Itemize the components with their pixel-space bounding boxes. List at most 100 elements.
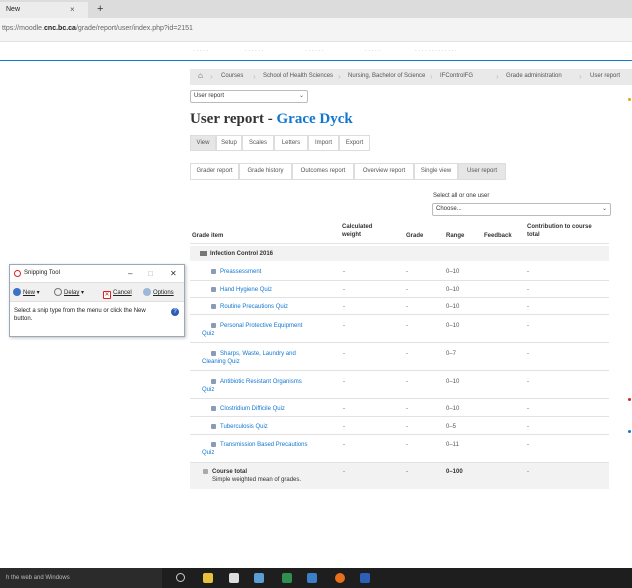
table-divider [190, 297, 609, 298]
range-cell: 0–7 [446, 351, 457, 357]
taskbar-search[interactable]: h the web and Windows [0, 568, 162, 588]
report-select-value: User report [194, 93, 225, 99]
header-calculated-weight: Calculated weight [342, 223, 372, 239]
address-bar[interactable]: ttps://moodle.cnc.bc.ca/grade/report/use… [0, 18, 632, 42]
grade-item-link[interactable]: Preassessment [220, 269, 261, 275]
user-name-link[interactable]: Grace Dyck [277, 111, 353, 127]
chevron-right-icon: › [210, 72, 213, 81]
firefox-icon[interactable] [335, 573, 345, 583]
grade-cell: - [406, 323, 408, 329]
browser-tab-title: New [6, 6, 21, 13]
tab-outcomes-report[interactable]: Outcomes report [292, 163, 354, 180]
cancel-icon: ✕ [103, 291, 111, 299]
outlook-icon[interactable] [307, 573, 317, 583]
range-cell: 0–100 [446, 469, 463, 475]
grade-item-link[interactable]: Antibiotic Resistant Organisms [220, 379, 302, 385]
tab-grader-report[interactable]: Grader report [190, 163, 239, 180]
course-total-label: Course total Simple weighted mean of grad… [203, 468, 343, 484]
breadcrumb-item-school[interactable]: School of Health Sciences [263, 73, 333, 79]
grade-item-link[interactable]: Transmission Based Precautions [220, 442, 307, 448]
side-indicator [628, 98, 631, 101]
taskbar: h the web and Windows [0, 568, 632, 588]
grade-item-link[interactable]: Routine Precautions Quiz [220, 304, 288, 310]
task-view-icon[interactable] [176, 573, 185, 582]
close-button[interactable]: ✕ [170, 265, 177, 282]
breadcrumb-item-course[interactable]: IFControlFG [440, 73, 473, 79]
grade-cell: - [406, 304, 408, 310]
quiz-icon [211, 406, 216, 411]
table-divider [190, 280, 609, 281]
url-domain: cnc.bc.ca [44, 25, 76, 32]
tab-setup[interactable]: Setup [216, 135, 242, 151]
header-range: Range [446, 233, 465, 239]
new-tab-button[interactable]: + [97, 2, 103, 16]
quiz-icon [211, 323, 216, 328]
grade-item-link-cont[interactable]: Quiz [202, 450, 214, 456]
browser-tab[interactable]: New × [0, 2, 88, 18]
store-icon[interactable] [229, 573, 239, 583]
tab-view[interactable]: View [190, 135, 216, 151]
quiz-icon [211, 424, 216, 429]
tab-export[interactable]: Export [339, 135, 370, 151]
options-button[interactable]: Options [143, 288, 174, 298]
grade-item-link[interactable]: Sharps, Waste, Laundry and [220, 351, 296, 357]
snipping-tool-taskbar-icon[interactable] [254, 573, 264, 583]
grade-item-link-cont[interactable]: Cleaning Quiz [202, 359, 240, 365]
range-cell: 0–11 [446, 442, 459, 448]
new-snip-button[interactable]: New ▾ [13, 288, 40, 298]
header-grade-item: Grade item [192, 233, 224, 239]
minimize-button[interactable]: – [128, 265, 132, 282]
page-title-prefix: User report - [190, 111, 277, 127]
chevron-down-icon: ⌄ [298, 93, 304, 99]
grade-item: Sharps, Waste, Laundry and Cleaning Quiz [202, 350, 332, 366]
file-explorer-icon[interactable] [203, 573, 213, 583]
browser-tabstrip: New × + [0, 0, 632, 18]
url-text[interactable]: ttps://moodle.cnc.bc.ca/grade/report/use… [2, 25, 193, 32]
snipping-tool-toolbar: New ▾ Delay ▾ ✕ Cancel Options [10, 282, 184, 302]
breadcrumb-item-courses[interactable]: Courses [221, 73, 243, 79]
delay-button[interactable]: Delay ▾ [54, 288, 84, 298]
snipping-tool-titlebar[interactable]: Snipping Tool – □ ✕ [10, 265, 184, 282]
tab-close-icon[interactable]: × [70, 2, 75, 18]
word-icon[interactable] [360, 573, 370, 583]
user-select[interactable]: Choose... ⌄ [432, 203, 611, 216]
help-icon[interactable]: ? [171, 308, 179, 316]
weight-cell: - [343, 323, 345, 329]
tab-user-report[interactable]: User report [458, 163, 506, 180]
grade-item: Preassessment [211, 268, 261, 276]
category-label: Infection Control 2016 [210, 251, 274, 257]
table-divider [190, 243, 609, 244]
maximize-button[interactable]: □ [148, 265, 153, 282]
grade-cell: - [406, 406, 408, 412]
excel-icon[interactable] [282, 573, 292, 583]
table-divider [190, 370, 609, 371]
course-total-row: Course total Simple weighted mean of grad… [190, 463, 609, 489]
range-cell: 0–10 [446, 269, 460, 275]
cancel-button[interactable]: ✕ Cancel [103, 288, 132, 299]
grade-item-link[interactable]: Personal Protective Equipment [220, 323, 302, 329]
report-select[interactable]: User report ⌄ [190, 90, 308, 103]
tab-import[interactable]: Import [308, 135, 339, 151]
tab-letters[interactable]: Letters [274, 135, 308, 151]
sigma-icon [203, 469, 208, 474]
quiz-icon [211, 269, 216, 274]
course-total-description: Simple weighted mean of grades. [212, 477, 302, 483]
category-name: Infection Control 2016 [200, 250, 273, 258]
grade-item-link[interactable]: Hand Hygiene Quiz [220, 287, 272, 293]
grade-item-link-cont[interactable]: Quiz [202, 331, 214, 337]
new-label: New [23, 290, 36, 296]
breadcrumb-item-program[interactable]: Nursing, Bachelor of Science [348, 73, 425, 79]
grade-item-link[interactable]: Tuberculosis Quiz [220, 424, 268, 430]
tab-single-view[interactable]: Single view [414, 163, 458, 180]
breadcrumb-item-user-report: User report [590, 73, 621, 79]
breadcrumb-item-grade-admin[interactable]: Grade administration [506, 73, 562, 79]
grade-item-link[interactable]: Clostridium Difficile Quiz [220, 406, 285, 412]
home-icon[interactable]: ⌂ [198, 71, 203, 80]
table-divider [190, 434, 609, 435]
range-cell: 0–10 [446, 287, 460, 293]
weight-cell: - [343, 406, 345, 412]
tab-scales[interactable]: Scales [242, 135, 274, 151]
grade-item-link-cont[interactable]: Quiz [202, 387, 214, 393]
tab-overview-report[interactable]: Overview report [354, 163, 414, 180]
tab-grade-history[interactable]: Grade history [239, 163, 292, 180]
